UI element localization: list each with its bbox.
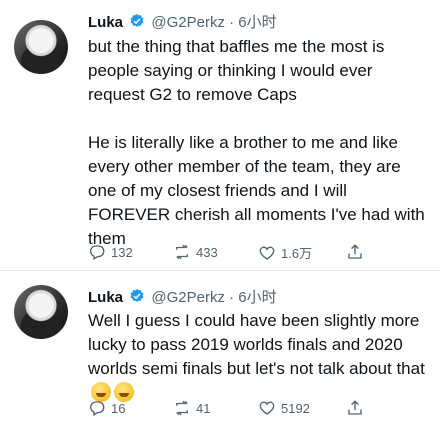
verified-badge-icon <box>129 13 145 33</box>
separator-dot: · <box>229 14 235 31</box>
speech-bubble-icon <box>90 401 105 416</box>
tweet-header: Luka @G2Perkz · 6小时 <box>88 11 277 33</box>
user-handle[interactable]: @G2Perkz <box>151 14 225 31</box>
display-name[interactable]: Luka <box>88 289 123 306</box>
separator-dot: · <box>229 289 235 306</box>
tweet-2[interactable]: Luka @G2Perkz · 6小时 Well I guess I could… <box>0 271 440 434</box>
share-button[interactable] <box>346 243 364 261</box>
tweet-text-body: Well I guess I could have been slightly … <box>88 311 425 378</box>
share-button[interactable] <box>346 399 364 417</box>
tweet-1[interactable]: Luka @G2Perkz · 6小时 but the thing that b… <box>0 0 440 271</box>
verified-badge-icon <box>129 288 145 308</box>
retweet-button[interactable]: 433 <box>173 243 218 261</box>
tweet-actions: 16 41 5192 <box>88 399 428 419</box>
user-handle[interactable]: @G2Perkz <box>151 289 225 306</box>
timestamp[interactable]: 6小时 <box>238 289 276 306</box>
like-count: 1.6万 <box>281 246 313 261</box>
timestamp[interactable]: 6小时 <box>238 14 276 31</box>
speech-bubble-icon <box>90 245 105 260</box>
retweet-button[interactable]: 41 <box>173 399 210 417</box>
like-button[interactable]: 1.6万 <box>258 243 312 262</box>
reply-count: 132 <box>111 244 133 260</box>
heart-outline-icon <box>259 246 275 260</box>
tweet-text: but the thing that baffles me the most i… <box>88 37 425 248</box>
avatar[interactable] <box>14 20 68 74</box>
reply-count: 16 <box>111 400 126 416</box>
retweet-count: 41 <box>196 400 211 416</box>
display-name[interactable]: Luka <box>88 14 123 31</box>
like-count: 5192 <box>281 400 310 416</box>
like-button[interactable]: 5192 <box>258 399 310 417</box>
heart-outline-icon <box>259 401 275 415</box>
retweet-count: 433 <box>196 244 218 260</box>
share-upload-icon <box>348 400 362 415</box>
tweet-actions: 132 433 1.6万 <box>88 243 428 263</box>
retweet-arrows-icon <box>176 244 188 260</box>
reply-button[interactable]: 132 <box>88 243 133 261</box>
tweet-text: Well I guess I could have been slightly … <box>88 309 433 405</box>
avatar[interactable] <box>14 285 68 339</box>
retweet-arrows-icon <box>176 400 188 416</box>
reply-button[interactable]: 16 <box>88 399 125 417</box>
tweet-header: Luka @G2Perkz · 6小时 <box>88 286 277 308</box>
share-upload-icon <box>348 244 362 259</box>
